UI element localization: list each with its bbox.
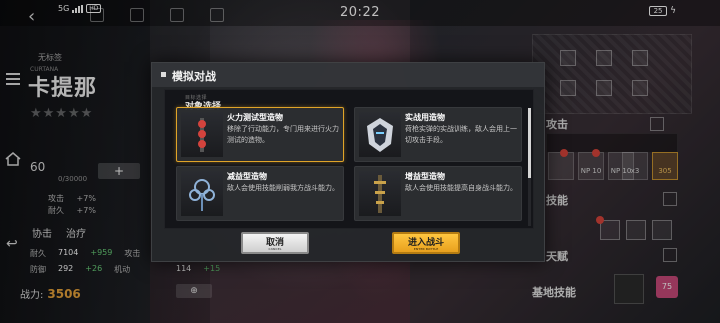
target-description: 荷枪实弹的实战训练，敌人会用上一切攻击手段。 <box>405 125 517 144</box>
dummy-target-icon <box>198 118 206 152</box>
scrollbar-thumb[interactable] <box>528 108 531 178</box>
staff-creature-icon <box>374 175 386 213</box>
target-card-combat[interactable]: 实战用造物 荷枪实弹的实战训练，敌人会用上一切攻击手段。 <box>354 107 522 162</box>
dialog-title: 模拟对战 <box>172 70 216 83</box>
target-thumbnail <box>359 171 401 216</box>
dialog-header: 模拟对战 <box>152 63 544 87</box>
target-thumbnail <box>359 112 401 157</box>
flower-creature-icon <box>189 179 215 211</box>
target-name: 火力测试型造物 <box>227 113 283 122</box>
target-card-debuff[interactable]: 减益型造物 敌人会使用技能削弱我方战斗能力。 <box>176 166 344 221</box>
target-description: 敌人会使用技能削弱我方战斗能力。 <box>227 184 339 192</box>
target-thumbnail <box>181 112 223 157</box>
simulated-battle-dialog: 模拟对战 目标选择 对象选择 <box>151 62 545 262</box>
armored-mask-icon <box>367 118 393 152</box>
target-thumbnail <box>181 171 223 216</box>
target-name: 增益型造物 <box>405 172 445 181</box>
target-name: 减益型造物 <box>227 172 267 181</box>
title-marker-icon <box>161 72 166 77</box>
target-description: 移除了行动能力，专门用来进行火力测试的造物。 <box>227 125 339 144</box>
enter-battle-button[interactable]: 进入战斗 ENTER BATTLE <box>392 232 460 254</box>
cancel-button[interactable]: 取消 CANCEL <box>241 232 309 254</box>
cancel-sublabel: CANCEL <box>268 247 282 251</box>
target-card-buff[interactable]: 增益型造物 敌人会使用技能提高自身战斗能力。 <box>354 166 522 221</box>
enter-battle-sublabel: ENTER BATTLE <box>413 247 439 251</box>
target-name: 实战用造物 <box>405 113 445 122</box>
target-card-firepower[interactable]: 火力测试型造物 移除了行动能力，专门用来进行火力测试的造物。 <box>176 107 344 162</box>
target-description: 敌人会使用技能提高自身战斗能力。 <box>405 184 517 192</box>
